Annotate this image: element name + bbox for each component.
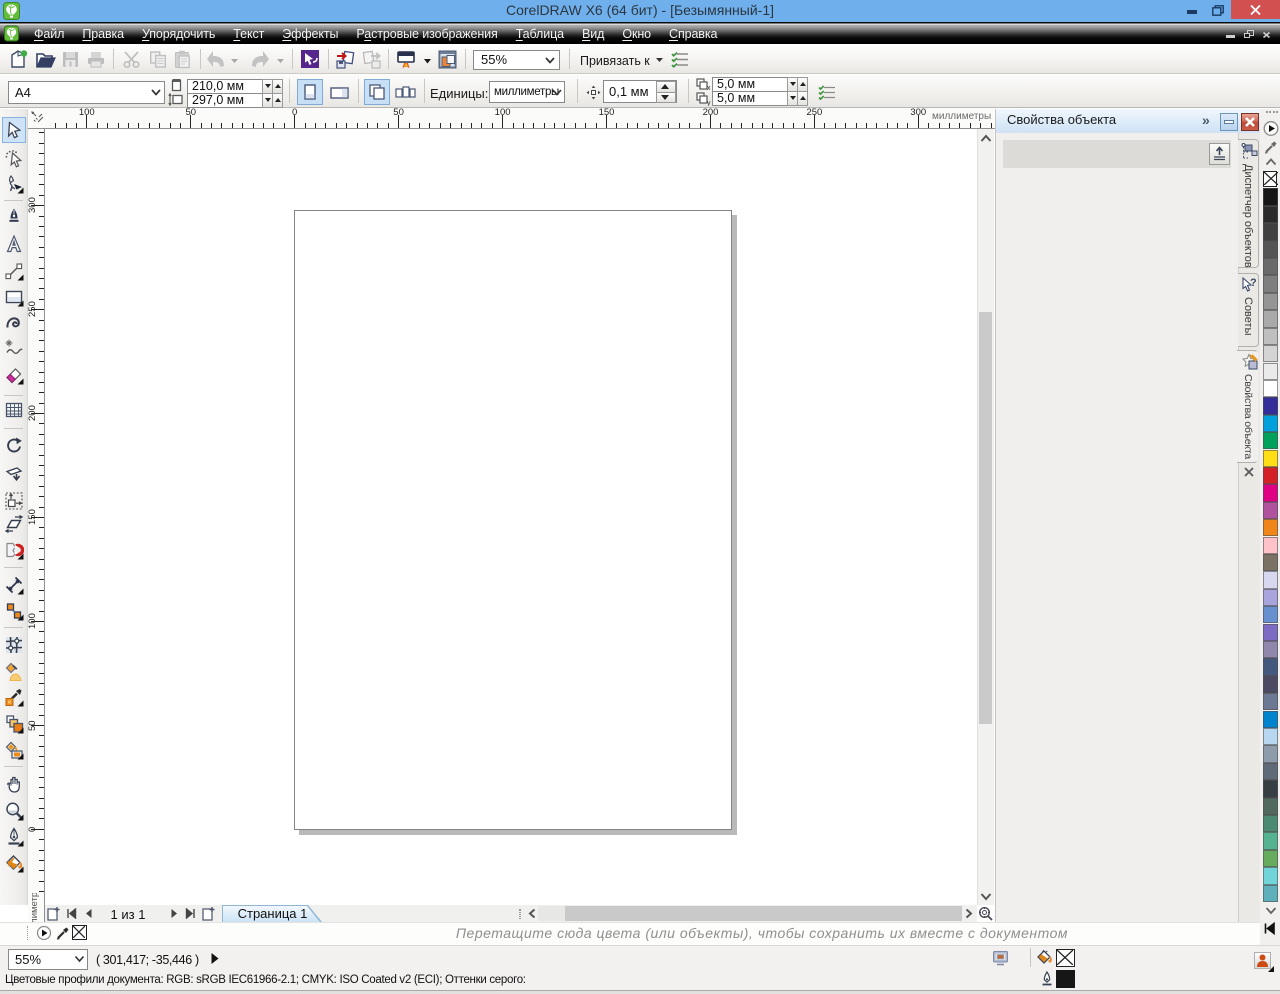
svg-text:?: ? [1250, 277, 1257, 289]
svg-text:x: x [707, 85, 711, 91]
svg-text:y: y [707, 100, 711, 106]
